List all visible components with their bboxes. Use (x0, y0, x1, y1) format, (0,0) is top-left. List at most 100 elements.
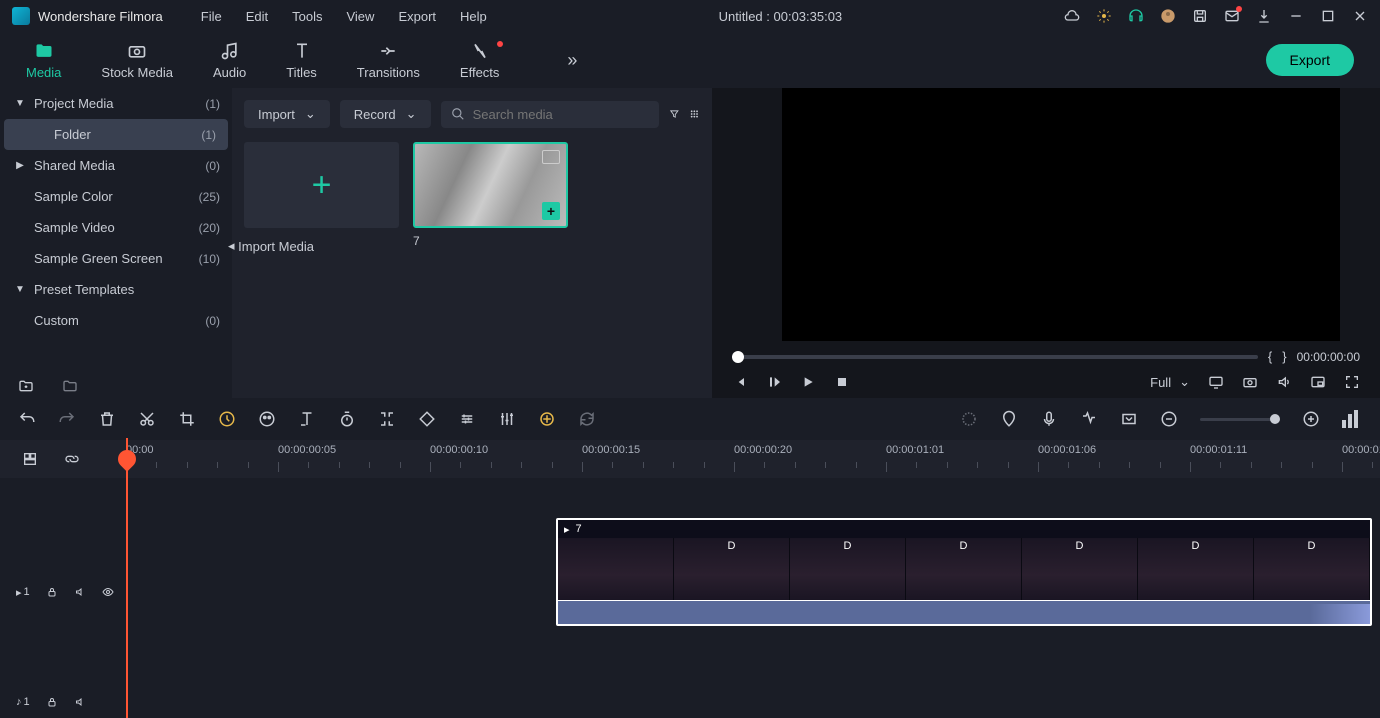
sidebar-item-shared-media[interactable]: ▶Shared Media(0) (0, 150, 232, 181)
mic-icon[interactable] (1040, 410, 1058, 428)
filter-icon[interactable] (669, 106, 680, 122)
avatar-icon[interactable] (1160, 8, 1176, 24)
sidebar-item-sample-green-screen[interactable]: Sample Green Screen(10) (0, 243, 232, 274)
tab-titles[interactable]: Titles (266, 35, 337, 86)
menu-export[interactable]: Export (388, 5, 446, 28)
timeline-ruler[interactable]: 00:0000:00:00:0500:00:00:1000:00:00:1500… (0, 440, 1380, 478)
refresh-icon[interactable] (578, 410, 596, 428)
sidebar-item-preset-templates[interactable]: ▼Preset Templates (0, 274, 232, 305)
pip-icon[interactable] (1310, 374, 1326, 390)
sidebar-item-project-media[interactable]: ▼Project Media(1) (0, 88, 232, 119)
chevron-down-icon: ▼ (12, 98, 28, 109)
tab-stock-media[interactable]: Stock Media (81, 35, 193, 86)
mute-icon[interactable] (74, 586, 86, 598)
marker-icon[interactable] (1000, 410, 1018, 428)
folder-icon[interactable] (62, 378, 78, 394)
tracking-icon[interactable] (378, 410, 396, 428)
cloud-icon[interactable] (1064, 8, 1080, 24)
speed-icon[interactable] (218, 410, 236, 428)
fit-icon[interactable] (1120, 410, 1138, 428)
undo-icon[interactable] (18, 410, 36, 428)
sidebar-item-folder[interactable]: Folder(1) (4, 119, 228, 150)
add-to-timeline-icon[interactable]: + (542, 202, 560, 220)
search-box[interactable] (441, 101, 659, 128)
redo-icon[interactable] (58, 410, 76, 428)
export-button[interactable]: Export (1266, 44, 1354, 76)
download-icon[interactable] (1256, 8, 1272, 24)
search-input[interactable] (473, 107, 649, 122)
zoom-out-icon[interactable] (1160, 410, 1178, 428)
sidebar-item-sample-color[interactable]: Sample Color(25) (0, 181, 232, 212)
import-media-card[interactable]: + (244, 142, 399, 248)
visibility-icon[interactable] (102, 586, 114, 598)
stop-icon[interactable] (834, 374, 850, 390)
cut-icon[interactable] (138, 410, 156, 428)
adjust-icon[interactable] (458, 410, 476, 428)
menu-help[interactable]: Help (450, 5, 497, 28)
text-tool-icon[interactable] (298, 410, 316, 428)
display-icon[interactable] (1208, 374, 1224, 390)
sidebar-item-sample-video[interactable]: Sample Video(20) (0, 212, 232, 243)
save-icon[interactable] (1192, 8, 1208, 24)
preview-quality-dropdown[interactable]: Full⌄ (1150, 374, 1190, 390)
menu-file[interactable]: File (191, 5, 232, 28)
keyframe-icon[interactable] (418, 410, 436, 428)
fullscreen-icon[interactable] (1344, 374, 1360, 390)
menu-edit[interactable]: Edit (236, 5, 278, 28)
tab-stock-media-label: Stock Media (101, 65, 173, 80)
import-collapse[interactable]: ◂ Import Media (228, 238, 314, 254)
duration-icon[interactable] (338, 410, 356, 428)
volume-icon[interactable] (1276, 374, 1292, 390)
preview-viewport[interactable] (782, 88, 1340, 341)
enhance-icon[interactable] (538, 410, 556, 428)
lock-icon[interactable] (46, 696, 58, 708)
tab-effects[interactable]: Effects (440, 35, 520, 86)
media-clip-card[interactable]: + 7 (413, 142, 568, 248)
tab-audio-label: Audio (213, 65, 246, 80)
mark-in-button[interactable]: { (1268, 349, 1272, 364)
play-icon[interactable] (800, 374, 816, 390)
lock-icon[interactable] (46, 586, 58, 598)
sidebar-item-custom[interactable]: Custom(0) (0, 305, 232, 336)
tabs-more-button[interactable]: » (559, 42, 585, 79)
clip-label: 7 (413, 234, 568, 248)
tab-media[interactable]: Media (6, 35, 81, 86)
preview-panel: { } 00:00:00:00 Full⌄ (712, 88, 1380, 398)
beat-icon[interactable] (1080, 410, 1098, 428)
sparkle-icon[interactable] (1096, 8, 1112, 24)
grid-view-icon[interactable] (689, 106, 700, 122)
maximize-icon[interactable] (1320, 8, 1336, 24)
mark-out-button[interactable]: } (1282, 349, 1286, 364)
menu-tools[interactable]: Tools (282, 5, 332, 28)
render-icon[interactable] (960, 410, 978, 428)
tab-audio[interactable]: Audio (193, 35, 266, 86)
delete-icon[interactable] (98, 410, 116, 428)
audio-mixer-icon[interactable] (498, 410, 516, 428)
close-icon[interactable] (1352, 8, 1368, 24)
crop-icon[interactable] (178, 410, 196, 428)
mail-icon[interactable] (1224, 8, 1240, 24)
zoom-slider[interactable] (1200, 418, 1280, 421)
link-icon[interactable] (64, 451, 80, 467)
scrub-handle[interactable] (732, 351, 744, 363)
minimize-icon[interactable] (1288, 8, 1304, 24)
prev-frame-icon[interactable] (732, 374, 748, 390)
scrub-track[interactable] (732, 355, 1258, 359)
timeline-clip[interactable]: ▸ 7 DDDDDD (556, 518, 1372, 626)
playhead[interactable] (126, 438, 128, 718)
import-dropdown[interactable]: Import⌄ (244, 100, 330, 128)
zoom-in-icon[interactable] (1302, 410, 1320, 428)
video-track-body[interactable]: ▸ 7 DDDDDD (126, 538, 1380, 646)
record-dropdown[interactable]: Record⌄ (340, 100, 431, 128)
track-height-icon[interactable] (1342, 410, 1362, 428)
mute-icon[interactable] (74, 696, 86, 708)
zoom-handle[interactable] (1270, 414, 1280, 424)
tab-transitions[interactable]: Transitions (337, 35, 440, 86)
track-manager-icon[interactable] (22, 451, 38, 467)
new-folder-icon[interactable] (18, 378, 34, 394)
play-pause-icon[interactable] (766, 374, 782, 390)
menu-view[interactable]: View (336, 5, 384, 28)
color-icon[interactable] (258, 410, 276, 428)
headphones-icon[interactable] (1128, 8, 1144, 24)
snapshot-icon[interactable] (1242, 374, 1258, 390)
